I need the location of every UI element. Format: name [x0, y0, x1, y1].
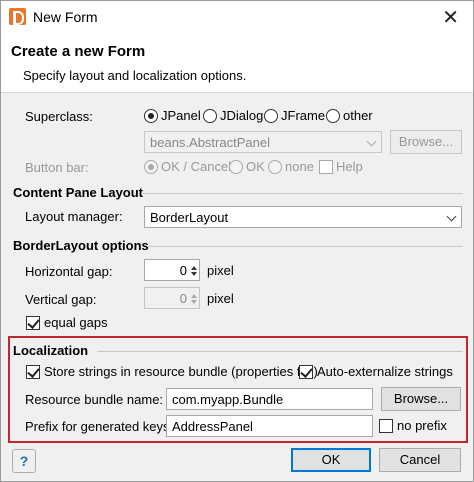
page-title: Create a new Form [11, 43, 146, 60]
help-button[interactable]: ? [12, 449, 36, 473]
superclass-other-radio[interactable] [326, 109, 340, 123]
content-pane-section-title: Content Pane Layout [13, 185, 144, 200]
spinner-arrows-icon[interactable] [190, 261, 198, 279]
close-icon[interactable]: ✕ [442, 5, 459, 30]
superclass-jdialog-label[interactable]: JDialog [220, 108, 263, 123]
vertical-gap-input[interactable]: 0 [144, 287, 200, 309]
prefix-input[interactable]: AddressPanel [166, 415, 373, 437]
button-bar-none-label[interactable]: none [285, 159, 314, 174]
resource-bundle-value: com.myapp.Bundle [172, 392, 284, 407]
page-subtitle: Specify layout and localization options. [23, 68, 247, 83]
superclass-jframe-label[interactable]: JFrame [281, 108, 325, 123]
layout-manager-value: BorderLayout [150, 210, 229, 225]
resource-bundle-browse-button[interactable]: Browse... [381, 387, 461, 411]
equal-gaps-checkbox[interactable] [26, 316, 40, 330]
prefix-label: Prefix for generated keys: [25, 419, 174, 434]
prefix-value: AddressPanel [172, 419, 253, 434]
window-title: New Form [33, 9, 98, 25]
button-bar-label: Button bar: [25, 160, 89, 175]
resource-bundle-label: Resource bundle name: [25, 392, 164, 407]
horizontal-gap-value: 0 [179, 263, 187, 278]
dialog-header: Create a new Form Specify layout and loc… [1, 33, 473, 93]
button-bar-ok-label[interactable]: OK [246, 159, 265, 174]
button-bar-ok-radio[interactable] [229, 160, 243, 174]
app-icon [9, 8, 26, 25]
button-bar-help-checkbox[interactable] [319, 160, 333, 174]
horizontal-gap-label: Horizontal gap: [25, 264, 113, 279]
superclass-browse-button[interactable]: Browse... [390, 130, 462, 154]
button-bar-okcancel-radio[interactable] [144, 160, 158, 174]
superclass-jdialog-radio[interactable] [203, 109, 217, 123]
cancel-button[interactable]: Cancel [379, 448, 461, 472]
dialog-window: New Form ✕ Create a new Form Specify lay… [0, 0, 474, 482]
superclass-jframe-radio[interactable] [264, 109, 278, 123]
borderlayout-section-title: BorderLayout options [13, 238, 149, 253]
vertical-gap-unit: pixel [207, 291, 234, 306]
superclass-class-value: beans.AbstractPanel [150, 135, 270, 150]
button-bar-okcancel-label[interactable]: OK / Cancel [161, 159, 231, 174]
horizontal-gap-unit: pixel [207, 263, 234, 278]
button-bar-none-radio[interactable] [268, 160, 282, 174]
button-bar-help-label[interactable]: Help [336, 159, 363, 174]
superclass-jpanel-label[interactable]: JPanel [161, 108, 201, 123]
vertical-gap-label: Vertical gap: [25, 292, 97, 307]
layout-manager-combo[interactable]: BorderLayout [144, 206, 462, 228]
superclass-class-combo[interactable]: beans.AbstractPanel [144, 131, 382, 153]
section-divider [97, 351, 463, 352]
auto-externalize-checkbox[interactable] [299, 365, 313, 379]
section-divider [147, 246, 463, 247]
chevron-down-icon [366, 136, 377, 147]
chevron-down-icon [446, 211, 457, 222]
section-divider [141, 193, 463, 194]
spinner-arrows-icon[interactable] [190, 289, 198, 307]
layout-manager-label: Layout manager: [25, 209, 123, 224]
title-bar: New Form ✕ [1, 1, 473, 33]
store-strings-checkbox[interactable] [26, 365, 40, 379]
localization-section-title: Localization [13, 343, 89, 358]
superclass-label: Superclass: [25, 109, 93, 124]
auto-externalize-label[interactable]: Auto-externalize strings [317, 364, 453, 379]
no-prefix-checkbox[interactable] [379, 419, 393, 433]
resource-bundle-input[interactable]: com.myapp.Bundle [166, 388, 373, 410]
no-prefix-label[interactable]: no prefix [397, 418, 447, 433]
superclass-jpanel-radio[interactable] [144, 109, 158, 123]
store-strings-label[interactable]: Store strings in resource bundle (proper… [44, 364, 318, 379]
equal-gaps-label[interactable]: equal gaps [44, 315, 108, 330]
ok-button[interactable]: OK [291, 448, 371, 472]
vertical-gap-value: 0 [179, 291, 187, 306]
superclass-other-label[interactable]: other [343, 108, 373, 123]
horizontal-gap-input[interactable]: 0 [144, 259, 200, 281]
